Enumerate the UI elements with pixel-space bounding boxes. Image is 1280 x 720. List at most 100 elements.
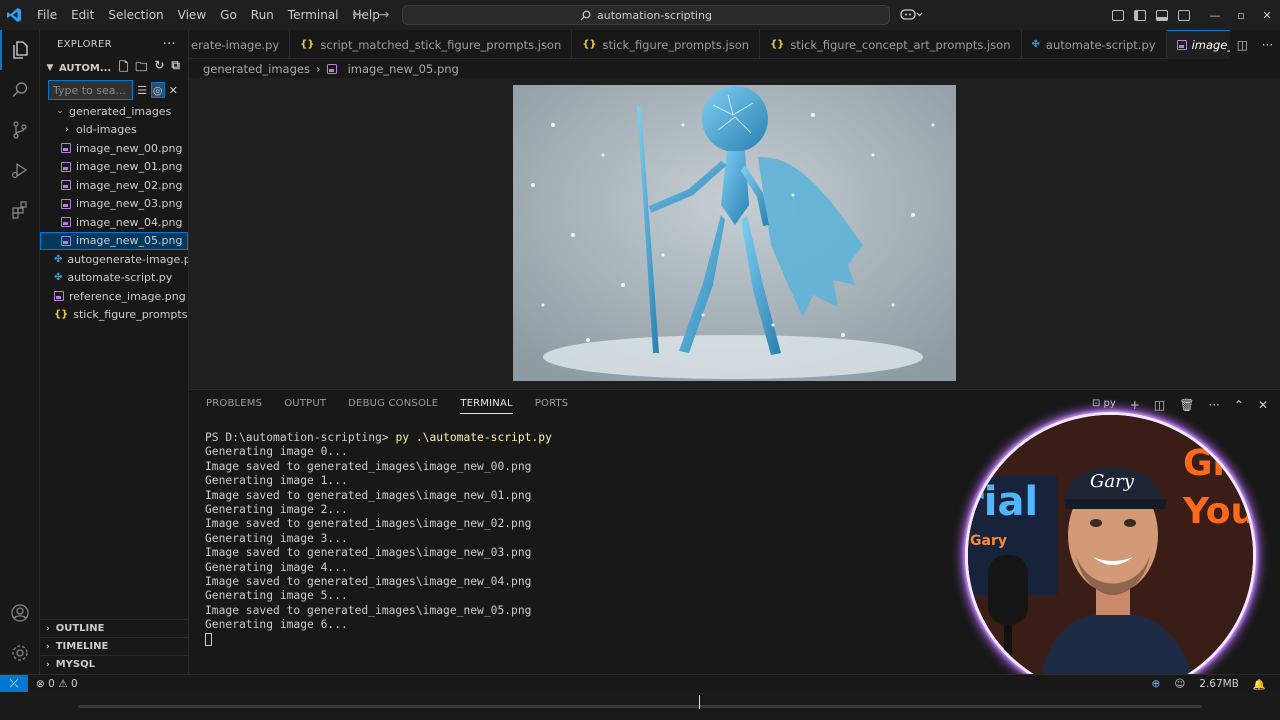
breadcrumb-file[interactable]: image_new_05.png	[348, 62, 459, 76]
tree-item[interactable]: ⌄ generated_images	[40, 102, 188, 121]
menu-item-terminal[interactable]: Terminal	[281, 0, 346, 30]
tab-label: stick_figure_concept_art_prompts.json	[790, 37, 1011, 52]
new-folder-icon[interactable]: 🗀	[135, 58, 147, 79]
tree-item[interactable]: › old-images	[40, 121, 188, 140]
extensions-icon[interactable]	[0, 190, 40, 230]
panel-tab-debug-console[interactable]: DEBUG CONSOLE	[348, 398, 438, 414]
sign-left-small-text: Gary	[970, 533, 1007, 549]
tree-item[interactable]: {} stick_figure_prompts.js...	[40, 306, 188, 325]
panel-tab-output[interactable]: OUTPUT	[284, 398, 326, 414]
terminal-output[interactable]: PS D:\automation-scripting> py .\automat…	[205, 431, 552, 647]
back-arrow-icon[interactable]: ←	[352, 7, 364, 23]
breadcrumb-folder[interactable]: generated_images	[203, 62, 310, 76]
tree-item-label: image_new_01.png	[76, 160, 183, 174]
explorer-icon[interactable]	[0, 30, 40, 70]
terminal-line: Generating image 1...	[205, 474, 348, 488]
tab-label: stick_figure_prompts.json	[602, 37, 750, 52]
tree-item[interactable]: ✤ automate-script.py	[40, 269, 188, 288]
editor-tab[interactable]: ✤erate-image.py	[189, 30, 291, 59]
tree-item-label: reference_image.png	[69, 289, 186, 303]
timeline-section[interactable]: › TIMELINE	[40, 637, 188, 655]
run-debug-icon[interactable]	[0, 150, 40, 190]
python-file-icon: ✤	[1031, 39, 1040, 50]
toggle-secondary-sidebar-icon[interactable]	[1178, 9, 1190, 21]
new-file-icon[interactable]: 🗋	[119, 58, 129, 79]
close-panel-icon[interactable]: ✕	[1258, 398, 1268, 412]
menu-item-view[interactable]: View	[171, 0, 213, 30]
mysql-section[interactable]: › MYSQL	[40, 655, 188, 673]
zoom-icon[interactable]: ⊕	[1152, 678, 1161, 690]
filter-icon[interactable]: ☰	[135, 82, 148, 98]
more-actions-icon[interactable]: ···	[163, 37, 176, 52]
tab-label: automate-script.py	[1045, 37, 1156, 52]
restore-icon[interactable]: ▫	[1228, 9, 1254, 22]
kill-terminal-icon[interactable]: 🗑	[1179, 398, 1194, 412]
terminal-prompt: PS D:\automation-scripting>	[205, 431, 396, 444]
terminal-cursor	[205, 633, 212, 647]
customize-layout-icon[interactable]	[1112, 9, 1124, 21]
toggle-sidebar-icon[interactable]	[1134, 9, 1146, 21]
editor-tab[interactable]: {} stick_figure_prompts.json	[572, 30, 761, 59]
close-window-icon[interactable]: ✕	[1254, 9, 1280, 22]
tree-item[interactable]: image_new_05.png	[40, 231, 188, 250]
tree-item[interactable]: image_new_04.png	[40, 213, 188, 232]
video-scrubber[interactable]	[78, 705, 1202, 708]
more-editor-actions-icon[interactable]: ···	[1262, 38, 1273, 52]
copilot-icon[interactable]	[900, 6, 924, 25]
source-control-icon[interactable]	[0, 110, 40, 150]
ice-stick-figure-image	[513, 85, 956, 381]
tree-item-label: generated_images	[69, 104, 172, 118]
forward-arrow-icon[interactable]: →	[378, 7, 390, 23]
menu-item-run[interactable]: Run	[244, 0, 281, 30]
outline-section[interactable]: › OUTLINE	[40, 619, 188, 637]
tree-item[interactable]: image_new_00.png	[40, 139, 188, 158]
panel-tab-terminal[interactable]: TERMINAL	[460, 398, 513, 414]
close-filter-icon[interactable]: ✕	[167, 82, 180, 98]
tree-item[interactable]: image_new_01.png	[40, 158, 188, 177]
settings-gear-icon[interactable]	[0, 633, 40, 673]
command-center[interactable]: automation-scripting	[402, 5, 890, 25]
workspace-folder[interactable]: ▼ AUTOM... 🗋 🗀 ↻ ⧉	[40, 58, 188, 78]
tree-item[interactable]: image_new_03.png	[40, 195, 188, 214]
file-tree: ⌄ generated_images › old-images image_new_00…	[40, 102, 188, 324]
panel-tab-ports[interactable]: PORTS	[535, 398, 569, 414]
terminal-shell-icon[interactable]: ⊡ py	[1092, 398, 1116, 412]
new-terminal-icon[interactable]: +	[1130, 398, 1140, 412]
tree-item[interactable]: image_new_02.png	[40, 176, 188, 195]
split-editor-icon[interactable]: ◫	[1237, 38, 1248, 52]
json-file-icon: {}	[54, 309, 69, 321]
explorer-filter-input[interactable]: Type to sea...	[48, 80, 134, 100]
tree-item-label: automate-script.py	[67, 271, 173, 285]
fuzzy-match-icon[interactable]: ◎	[150, 82, 165, 98]
panel-tab-problems[interactable]: PROBLEMS	[206, 398, 262, 414]
terminal-line: Generating image 4...	[205, 560, 348, 574]
tab-label: erate-image.py	[191, 37, 280, 52]
split-terminal-icon[interactable]: ◫	[1154, 398, 1165, 412]
maximize-panel-icon[interactable]: ⌃	[1234, 398, 1244, 412]
editor-tab[interactable]: {} script_matched_stick_figure_prompts.js…	[290, 30, 573, 59]
remote-icon[interactable]: ⤫	[0, 674, 28, 693]
menu-item-go[interactable]: Go	[213, 0, 244, 30]
menu-bar: File Edit Selection View Go Run Terminal Help	[30, 0, 387, 30]
notifications-icon[interactable]: 🔔	[1253, 678, 1266, 691]
refresh-icon[interactable]: ↻	[154, 58, 164, 79]
accounts-icon[interactable]	[0, 593, 40, 633]
tree-item[interactable]: ✤ autogenerate-image.py	[40, 250, 188, 269]
more-panel-actions-icon[interactable]: ···	[1208, 398, 1219, 412]
editor-tab[interactable]: {} stick_figure_concept_art_prompts.json	[760, 30, 1022, 59]
chevron-down-icon: ▼	[46, 63, 54, 73]
collapse-all-icon[interactable]: ⧉	[171, 58, 180, 79]
search-activity-icon[interactable]	[0, 70, 40, 110]
webcam-overlay: rial Gary Gr You Gary	[965, 412, 1256, 699]
minimize-icon[interactable]: —	[1202, 9, 1228, 22]
menu-item-file[interactable]: File	[30, 0, 64, 30]
copilot-status-icon[interactable]: ☺	[1174, 678, 1185, 690]
toggle-panel-icon[interactable]	[1156, 9, 1168, 21]
menu-item-selection[interactable]: Selection	[101, 0, 170, 30]
video-playhead[interactable]	[699, 695, 700, 709]
editor-tab[interactable]: ✤ automate-script.py	[1022, 30, 1167, 59]
tree-item[interactable]: reference_image.png	[40, 287, 188, 306]
menu-item-edit[interactable]: Edit	[64, 0, 101, 30]
problems-status[interactable]: ⊗ 0 ⚠ 0	[36, 678, 78, 690]
python-file-icon: ✤	[54, 272, 63, 284]
